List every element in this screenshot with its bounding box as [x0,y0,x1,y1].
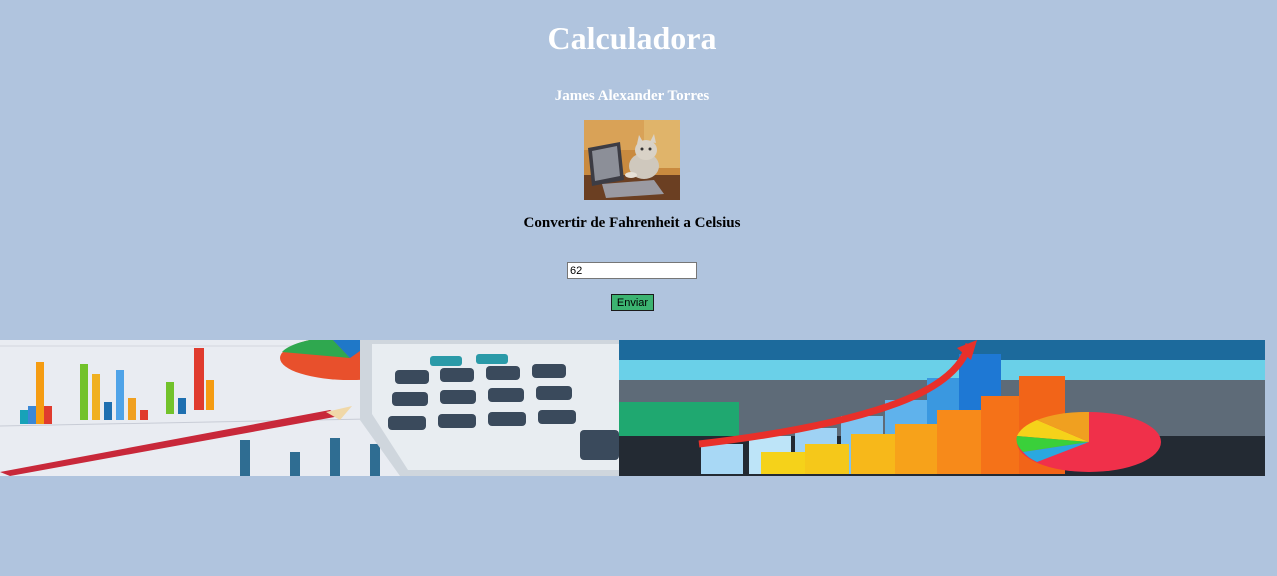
bar-chart-growth-image [619,340,1265,476]
converter-heading: Convertir de Fahrenheit a Celsius [523,215,741,231]
submit-button[interactable]: Enviar [611,294,654,311]
cat-at-laptop-image [584,120,680,200]
page-title: Calculadora [547,20,717,56]
fahrenheit-input[interactable] [567,262,697,279]
calculator-and-charts-image [0,340,619,476]
calculator-page: Calculadora James Alexander Torres Conve… [0,0,1277,576]
author-name: James Alexander Torres [554,88,710,104]
